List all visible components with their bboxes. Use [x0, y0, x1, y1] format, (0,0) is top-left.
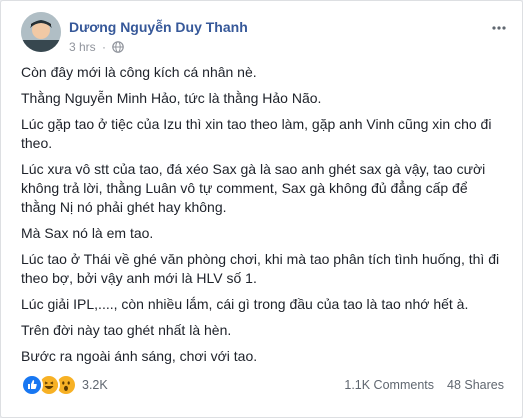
author-avatar[interactable]	[21, 12, 61, 52]
post-card: Dương Nguyễn Duy Thanh 3 hrs · Còn đây m…	[0, 0, 523, 418]
post-meta: 3 hrs ·	[69, 40, 125, 56]
post-paragraph: Lúc xưa vô stt của tao, đá xéo Sax gà là…	[21, 161, 486, 215]
post-paragraph: Lúc tao ở Thái về ghé văn phòng chơi, kh…	[21, 251, 500, 286]
post-paragraph: Thằng Nguyễn Minh Hảo, tức là thằng Hảo …	[21, 90, 322, 106]
comments-count-link[interactable]: 1.1K Comments	[344, 378, 434, 392]
post-paragraph: Mà Sax nó là em tao.	[21, 225, 154, 241]
more-options-icon[interactable]	[491, 20, 507, 36]
post-header: Dương Nguyễn Duy Thanh 3 hrs ·	[21, 12, 506, 56]
post-paragraph: Còn đây mới là công kích cá nhân nè.	[21, 64, 257, 80]
post-paragraph: Bước ra ngoài ánh sáng, chơi với tao.	[21, 348, 258, 364]
like-icon	[21, 374, 43, 396]
post-paragraph: Trên đời này tao ghét nhất là hèn.	[21, 322, 232, 338]
post-content: Còn đây mới là công kích cá nhân nè. Thằ…	[21, 63, 501, 373]
author-name[interactable]: Dương Nguyễn Duy Thanh	[69, 19, 248, 35]
reaction-count: 3.2K	[82, 378, 108, 392]
reactions-summary[interactable]: 3.2K	[21, 374, 108, 396]
post-timestamp[interactable]: 3 hrs	[69, 40, 96, 54]
post-paragraph: Lúc giải IPL,...., còn nhiều lắm, cái gì…	[21, 296, 469, 312]
shares-count-link[interactable]: 48 Shares	[447, 378, 504, 392]
post-paragraph: Lúc gặp tao ở tiệc của Izu thì xin tao t…	[21, 116, 492, 151]
globe-icon[interactable]	[112, 41, 125, 56]
post-footer: 3.2K 1.1K Comments 48 Shares	[21, 373, 504, 397]
meta-separator: ·	[102, 40, 107, 54]
